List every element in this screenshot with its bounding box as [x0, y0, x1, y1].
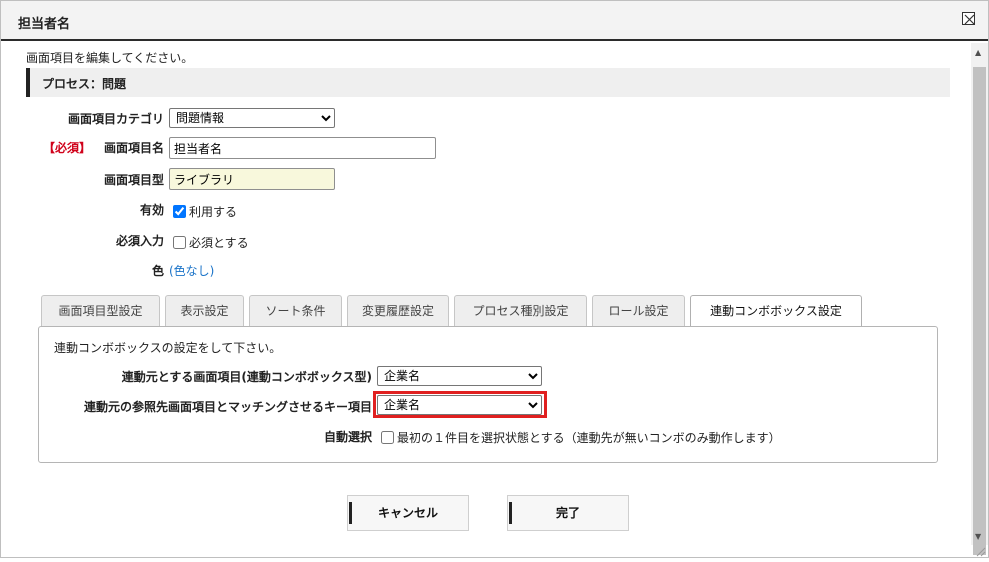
cancel-button[interactable]: キャンセル [347, 495, 469, 531]
tab-sort-conditions[interactable]: ソート条件 [249, 295, 342, 326]
linked-combobox-panel: 連動コンボボックスの設定をして下さい。 連動元とする画面項目(連動コンボボックス… [38, 326, 938, 463]
enabled-option[interactable]: 利用する [173, 203, 237, 220]
item-type-label: 画面項目型 [103, 173, 164, 187]
tab-display-settings[interactable]: 表示設定 [165, 295, 244, 326]
source-item-label: 連動元とする画面項目(連動コンボボックス型) [121, 370, 372, 384]
tab-history-settings[interactable]: 変更履歴設定 [347, 295, 449, 326]
item-name-label: 画面項目名 [103, 141, 164, 155]
enabled-option-text: 利用する [189, 205, 238, 219]
item-name-input[interactable] [169, 137, 436, 159]
color-label: 色 [151, 264, 164, 278]
auto-select-option[interactable]: 最初の１件目を選択状態とする（連動先が無いコンボのみ動作します） [381, 429, 781, 446]
resize-grip-icon[interactable] [974, 545, 986, 557]
required-input-label: 必須入力 [115, 234, 164, 248]
tab-process-type-settings[interactable]: プロセス種別設定 [454, 295, 587, 326]
dialog-title: 担当者名 [18, 17, 71, 32]
tab-role-settings[interactable]: ロール設定 [592, 295, 685, 326]
tab-item-type-settings[interactable]: 画面項目型設定 [41, 295, 160, 326]
enabled-checkbox[interactable] [173, 205, 186, 218]
auto-select-option-text: 最初の１件目を選択状態とする（連動先が無いコンボのみ動作します） [397, 431, 781, 445]
vertical-scrollbar[interactable]: ▲ ▼ [971, 43, 988, 555]
auto-select-label: 自動選択 [323, 430, 372, 444]
panel-intro: 連動コンボボックスの設定をして下さい。 [54, 341, 282, 355]
required-mark: 【必須】 [43, 141, 92, 155]
required-input-option-text: 必須とする [189, 236, 249, 250]
enabled-label: 有効 [139, 203, 164, 217]
process-label: プロセス：問題 [42, 77, 127, 91]
scrollbar-thumb[interactable] [973, 67, 986, 555]
scroll-down-icon[interactable]: ▼ [975, 533, 981, 541]
close-icon[interactable] [962, 12, 975, 25]
item-type-field [169, 168, 335, 190]
process-header: プロセス：問題 [26, 68, 950, 97]
dialog-content: 画面項目を編集してください。 プロセス：問題 画面項目カテゴリ 問題情報 【必須… [1, 43, 971, 559]
required-input-option[interactable]: 必須とする [173, 234, 249, 251]
category-select[interactable]: 問題情報 [169, 108, 335, 128]
auto-select-checkbox[interactable] [381, 431, 394, 444]
edit-item-dialog: 担当者名 画面項目を編集してください。 プロセス：問題 画面項目カテゴリ 問題情… [0, 0, 989, 558]
dialog-titlebar: 担当者名 [1, 1, 988, 41]
form-intro: 画面項目を編集してください。 [26, 51, 194, 65]
color-link[interactable]: (色なし) [169, 262, 214, 279]
scroll-up-icon[interactable]: ▲ [975, 49, 981, 57]
key-item-select[interactable]: 企業名 [377, 395, 542, 415]
category-label: 画面項目カテゴリ [67, 112, 164, 126]
source-item-select[interactable]: 企業名 [377, 366, 542, 386]
key-item-label: 連動元の参照先画面項目とマッチングさせるキー項目 [83, 400, 372, 414]
required-input-checkbox[interactable] [173, 236, 186, 249]
done-button[interactable]: 完了 [507, 495, 629, 531]
tab-linked-combobox-settings[interactable]: 連動コンボボックス設定 [690, 295, 862, 328]
